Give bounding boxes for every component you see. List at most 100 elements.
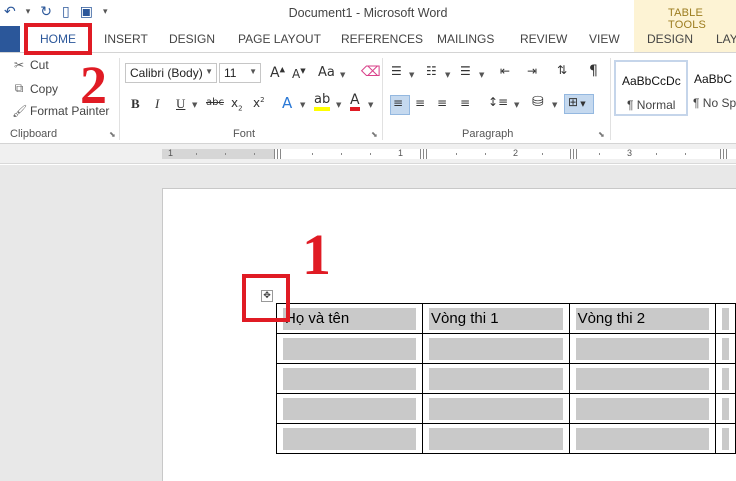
shaded-cell xyxy=(575,398,710,420)
text-effects-icon[interactable]: A xyxy=(282,94,292,112)
table-cell[interactable] xyxy=(422,393,570,424)
font-color-dropdown-icon[interactable]: ▼ xyxy=(368,101,373,109)
shaded-cell xyxy=(575,368,710,390)
bold-icon[interactable]: B xyxy=(131,96,140,112)
align-right-icon[interactable]: ≡ xyxy=(437,96,447,110)
table-header-cell-text: Vòng thi 1 xyxy=(429,308,563,330)
window-title: Document1 - Microsoft Word xyxy=(288,6,448,20)
table-cell[interactable] xyxy=(422,333,570,364)
text-effects-dropdown-icon[interactable]: ▼ xyxy=(300,101,305,109)
tab-references[interactable]: REFERENCES xyxy=(341,32,423,46)
subscript-icon[interactable]: x2 xyxy=(231,96,243,112)
table-cell[interactable]: Vòng thi 1 xyxy=(422,303,570,334)
ruler-tick xyxy=(685,153,686,155)
underline-icon[interactable]: U xyxy=(176,96,185,112)
table-cell[interactable] xyxy=(568,333,717,364)
increase-indent-icon[interactable]: ⇥ xyxy=(527,64,537,78)
ruler-column-marker[interactable] xyxy=(420,149,428,159)
shaded-cell xyxy=(429,338,563,360)
justify-icon[interactable]: ≡ xyxy=(460,96,470,110)
table-cell[interactable] xyxy=(568,393,717,424)
bullets-icon[interactable]: ☰ xyxy=(391,64,402,78)
tab-view[interactable]: VIEW xyxy=(589,32,620,46)
shaded-cell xyxy=(575,428,710,450)
clear-formatting-icon[interactable]: ⌫ xyxy=(361,64,381,80)
table-cell[interactable] xyxy=(275,363,424,394)
style-normal[interactable]: AaBbCcDc ¶ Normal xyxy=(614,60,688,116)
ruler-column-marker[interactable] xyxy=(720,149,728,159)
strikethrough-icon[interactable]: abc xyxy=(206,97,224,108)
font-launcher-icon[interactable]: ⬊ xyxy=(371,130,378,139)
tab-table-design[interactable]: DESIGN xyxy=(647,32,693,46)
font-size-combo[interactable]: 11 ▼ xyxy=(219,63,261,83)
tab-table-layout[interactable]: LAY xyxy=(716,32,736,46)
ruler-tick xyxy=(599,153,600,155)
highlight-dropdown-icon[interactable]: ▼ xyxy=(336,101,341,109)
tab-review[interactable]: REVIEW xyxy=(520,32,567,46)
line-spacing-dropdown-icon[interactable]: ▼ xyxy=(514,101,519,109)
table-cell[interactable]: Vòng thi 2 xyxy=(568,303,717,334)
tab-insert[interactable]: INSERT xyxy=(104,32,148,46)
font-color-icon[interactable]: A xyxy=(350,93,360,111)
borders-icon[interactable]: ⊞ ▼ xyxy=(564,94,594,114)
font-group-label: Font xyxy=(233,128,256,140)
change-case-icon[interactable]: Aa xyxy=(318,65,335,80)
cut-button[interactable]: ✂ Cut xyxy=(12,58,49,72)
shrink-font-icon[interactable]: A▼ xyxy=(292,67,306,81)
table-cell[interactable] xyxy=(422,423,570,454)
ruler-column-marker[interactable] xyxy=(570,149,578,159)
multilevel-list-icon[interactable]: ☰ xyxy=(460,64,471,78)
align-left-icon[interactable]: ≡ xyxy=(393,96,403,110)
copy-button[interactable]: ⧉ Copy xyxy=(12,81,58,96)
italic-icon[interactable]: I xyxy=(155,96,159,112)
bullets-dropdown-icon[interactable]: ▼ xyxy=(409,71,414,79)
table-cell[interactable] xyxy=(715,303,736,334)
line-spacing-icon[interactable]: ↕≡ xyxy=(488,95,508,109)
table-cell[interactable]: Họ và tên xyxy=(275,303,424,334)
ruler-tick xyxy=(225,153,226,155)
table-cell[interactable] xyxy=(715,333,736,364)
clipboard-launcher-icon[interactable]: ⬊ xyxy=(109,130,116,139)
font-name-combo[interactable]: Calibri (Body) ▼ xyxy=(125,63,217,83)
numbering-dropdown-icon[interactable]: ▼ xyxy=(445,71,450,79)
horizontal-ruler[interactable]: 1 1 2 3 xyxy=(0,144,736,164)
table-cell[interactable] xyxy=(275,423,424,454)
tab-design[interactable]: DESIGN xyxy=(169,32,215,46)
multilevel-list-dropdown-icon[interactable]: ▼ xyxy=(479,71,484,79)
tab-mailings[interactable]: MAILINGS xyxy=(437,32,494,46)
shading-dropdown-icon[interactable]: ▼ xyxy=(552,101,557,109)
table-cell[interactable] xyxy=(715,423,736,454)
ruler-tick xyxy=(656,153,657,155)
table-cell[interactable] xyxy=(568,423,717,454)
ruler-tick xyxy=(370,153,371,155)
table-cell[interactable] xyxy=(715,393,736,424)
style-name: ¶ Normal xyxy=(627,98,676,112)
file-tab[interactable] xyxy=(0,26,20,52)
sort-icon[interactable]: ⇅ xyxy=(557,63,567,77)
table-cell[interactable] xyxy=(422,363,570,394)
copy-label: Copy xyxy=(30,81,59,96)
show-formatting-marks-icon[interactable]: ¶ xyxy=(589,63,598,79)
highlight-icon[interactable]: ab xyxy=(314,93,331,111)
numbering-icon[interactable]: ☷ xyxy=(426,64,437,78)
tab-page-layout[interactable]: PAGE LAYOUT xyxy=(238,32,321,46)
shaded-cell xyxy=(283,368,417,390)
shaded-cell xyxy=(429,428,563,450)
table-cell[interactable] xyxy=(715,363,736,394)
change-case-dropdown-icon[interactable]: ▼ xyxy=(340,71,345,79)
grow-font-icon[interactable]: A▲ xyxy=(270,65,285,81)
paragraph-launcher-icon[interactable]: ⬊ xyxy=(598,130,605,139)
shading-icon[interactable]: ⛁ xyxy=(532,94,544,110)
table-cell[interactable] xyxy=(275,333,424,364)
table-cell[interactable] xyxy=(275,393,424,424)
table-row: Họ và tên Vòng thi 1 Vòng thi 2 xyxy=(275,303,736,334)
underline-dropdown-icon[interactable]: ▼ xyxy=(192,101,197,109)
ruler-column-marker[interactable] xyxy=(274,149,282,159)
style-no-spacing[interactable]: AaBbC ¶ No Spa xyxy=(690,60,736,116)
align-center-icon[interactable]: ≡ xyxy=(415,96,425,110)
document-table[interactable]: Họ và tên Vòng thi 1 Vòng thi 2 xyxy=(275,303,736,454)
decrease-indent-icon[interactable]: ⇤ xyxy=(500,64,510,78)
table-cell[interactable] xyxy=(568,363,717,394)
table-header-cell-text: Vòng thi 2 xyxy=(575,308,710,330)
superscript-icon[interactable]: x2 xyxy=(253,96,265,110)
